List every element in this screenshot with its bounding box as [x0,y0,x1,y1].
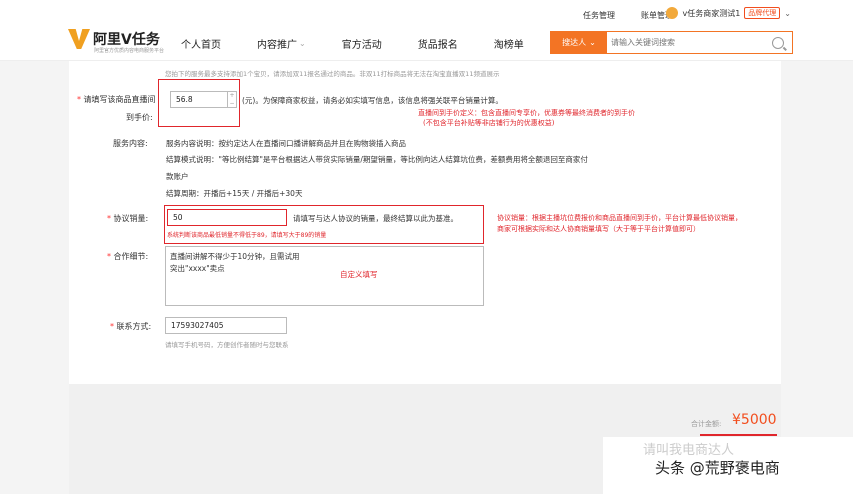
price-label-line2: 到手价: [126,113,153,122]
avatar [666,7,679,19]
watermark-line2: 头条 @荒野褒电商 [655,459,780,477]
nav-official-activity[interactable]: 官方活动 [342,36,382,51]
sales-hint: 请填写与达人协议的销量，最终结算以此为基准。 [293,214,458,223]
price-value: 56.8 [176,95,193,104]
contact-label-text: 联系方式: [116,322,152,331]
price-hint: (元)。为保障商家权益，请务必如实填写信息，该信息将强关联平台销量计算。 [242,96,503,105]
header: 阿里V任务 阿里官方优质内容电商服务平台 个人首页 内容推广 ⌄ 官方活动 货品报… [0,23,853,61]
coop-annotation: 自定义填写 [340,270,378,279]
logo-subtitle: 阿里官方优质内容电商服务平台 [94,48,165,54]
nav-content-promotion[interactable]: 内容推广 ⌄ [257,36,306,51]
price-input[interactable]: 56.8 [170,91,228,108]
sales-input[interactable]: 50 [167,209,287,226]
sales-error: 系统判断该商品最低销量不得低于89，请填写大于89的销量 [167,232,327,239]
top-note: 您拍下的服务最多支持添加1个宝贝，请添加双11报名通过的商品。非双11打标商品将… [165,70,500,78]
contact-input[interactable]: 17593027405 [165,317,287,334]
service-line1: 服务内容说明：按约定达人在直播间口播讲解商品并且在购物袋插入商品 [166,139,406,148]
sales-value: 50 [173,213,183,222]
price-annotation-line2: (不包含平台补贴等非店铺行为的优惠权益) [423,119,555,127]
service-line2: 结算模式说明："等比例结算"是平台根据达人带货实际销量/期望销量，等比例向达人结… [166,155,588,164]
price-stepper[interactable]: + − [228,91,237,108]
chevron-down-icon: ⌄ [589,38,596,47]
chevron-down-icon: ⌄ [784,8,791,18]
search-type-label: 搜达人 [562,38,587,47]
logo-text: 阿里V任务 [93,32,160,48]
price-annotation-line1: 直播间到手价定义：包含直播间专享价，优惠券等最终消费者的到手价 [418,109,635,117]
task-management-link[interactable]: 任务管理 [583,10,615,21]
nav-home[interactable]: 个人首页 [181,36,221,51]
price-label-text: 请填写该商品直播间 [83,95,156,104]
sales-label-text: 协议销量: [113,214,149,223]
main-nav: 个人首页 内容推广 ⌄ 官方活动 货品报名 淘榜单 [181,36,560,51]
service-line3: 款账户 [166,172,189,181]
coop-line1: 直播间讲解不得少于10分钟，且需试用 [170,252,300,261]
contact-hint: 请填写手机号码，方便创作者随时与您联系 [165,341,289,349]
search-type-select[interactable]: 搜达人 ⌄ [551,32,607,53]
nav-rankings[interactable]: 淘榜单 [494,36,524,51]
sales-label: * 协议销量: [107,214,149,223]
sales-annotation-line1: 协议销量：根据主播坑位费报价和商品直播间到手价，平台计算最低协议销量， [497,214,742,222]
coop-line2: 突出"xxxx"卖点 [170,264,225,273]
coop-label-text: 合作细节: [113,252,149,261]
search-icon[interactable] [772,36,784,49]
search-box: 搜达人 ⌄ [550,31,793,54]
total-label: 合计金额: [691,420,722,428]
watermark-line1: 请叫我电商达人 [643,443,735,458]
total-value: ¥5000 [732,412,777,428]
user-name: v任务商家测试1 [682,8,741,18]
nav-content-promotion-label: 内容推广 [257,40,297,51]
v-logo-icon [68,29,90,49]
chevron-down-icon: ⌄ [299,39,306,48]
logo[interactable]: 阿里V任务 阿里官方优质内容电商服务平台 [68,29,164,54]
nav-goods-signup[interactable]: 货品报名 [418,36,458,51]
brand-badge: 品牌代理 [744,7,781,19]
watermark: 请叫我电商达人 头条 @荒野褒电商 [603,437,853,494]
coop-label: * 合作细节: [107,252,149,261]
service-label: 服务内容: [113,139,148,148]
total-underline [700,434,777,436]
order-form-panel: 您拍下的服务最多支持添加1个宝贝，请添加双11报名通过的商品。非双11打标商品将… [69,61,781,384]
contact-label: * 联系方式: [110,322,152,331]
search-input[interactable] [607,37,772,48]
user-menu[interactable]: v任务商家测试1 品牌代理 ⌄ [666,7,791,19]
price-label: * 请填写该商品直播间 [77,95,156,104]
sales-annotation-line2: 商家可根据实际和达人协商销量填写（大于等于平台计算值即可） [497,225,700,233]
contact-value: 17593027405 [171,321,224,330]
service-line4: 结算周期：开播后+15天 / 开播后+30天 [166,189,303,198]
